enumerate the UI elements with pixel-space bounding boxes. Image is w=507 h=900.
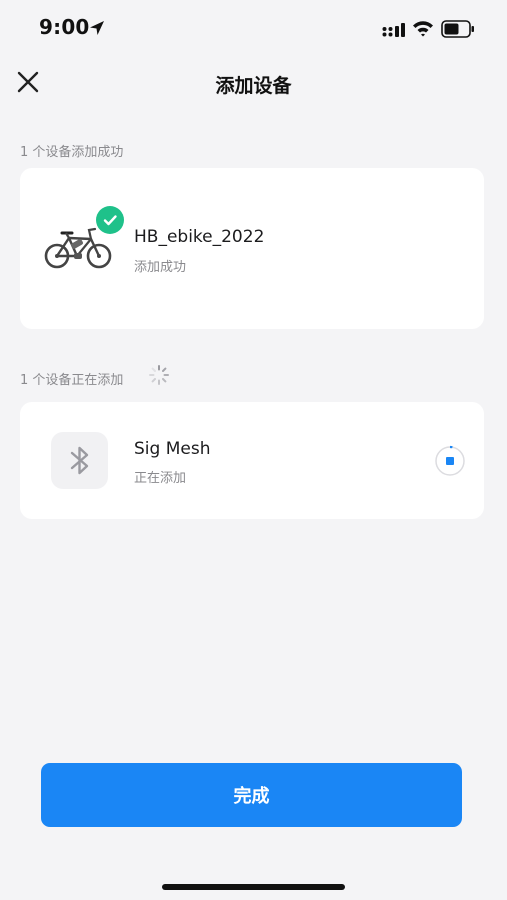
device-name: Sig Mesh — [134, 439, 211, 459]
status-bar: 9:00 — [0, 0, 507, 58]
wifi-icon — [413, 21, 433, 37]
cellular-signal-icon — [382, 23, 405, 37]
location-arrow-icon — [90, 21, 104, 35]
adding-section-label: 1 个设备正在添加 — [20, 373, 124, 388]
battery-icon — [441, 20, 474, 38]
page-title: 添加设备 — [215, 75, 292, 97]
device-status: 正在添加 — [134, 471, 187, 486]
bluetooth-icon-box — [51, 432, 108, 489]
done-button[interactable]: 完成 — [41, 763, 462, 827]
nav-header: 添加设备 — [0, 58, 507, 110]
home-indicator[interactable] — [162, 884, 345, 890]
bluetooth-icon — [70, 446, 89, 475]
success-section-label: 1 个设备添加成功 — [20, 145, 124, 160]
check-icon — [103, 215, 117, 226]
device-card-success[interactable]: HB_ebike_2022 添加成功 — [20, 168, 484, 329]
success-check-badge — [96, 206, 124, 234]
device-name: HB_ebike_2022 — [134, 227, 265, 247]
status-time: 9:00 — [39, 15, 90, 39]
adding-progress-icon — [435, 445, 465, 476]
device-card-adding[interactable]: Sig Mesh 正在添加 — [20, 402, 484, 519]
loading-spinner-icon — [149, 365, 169, 385]
device-status: 添加成功 — [134, 260, 187, 275]
